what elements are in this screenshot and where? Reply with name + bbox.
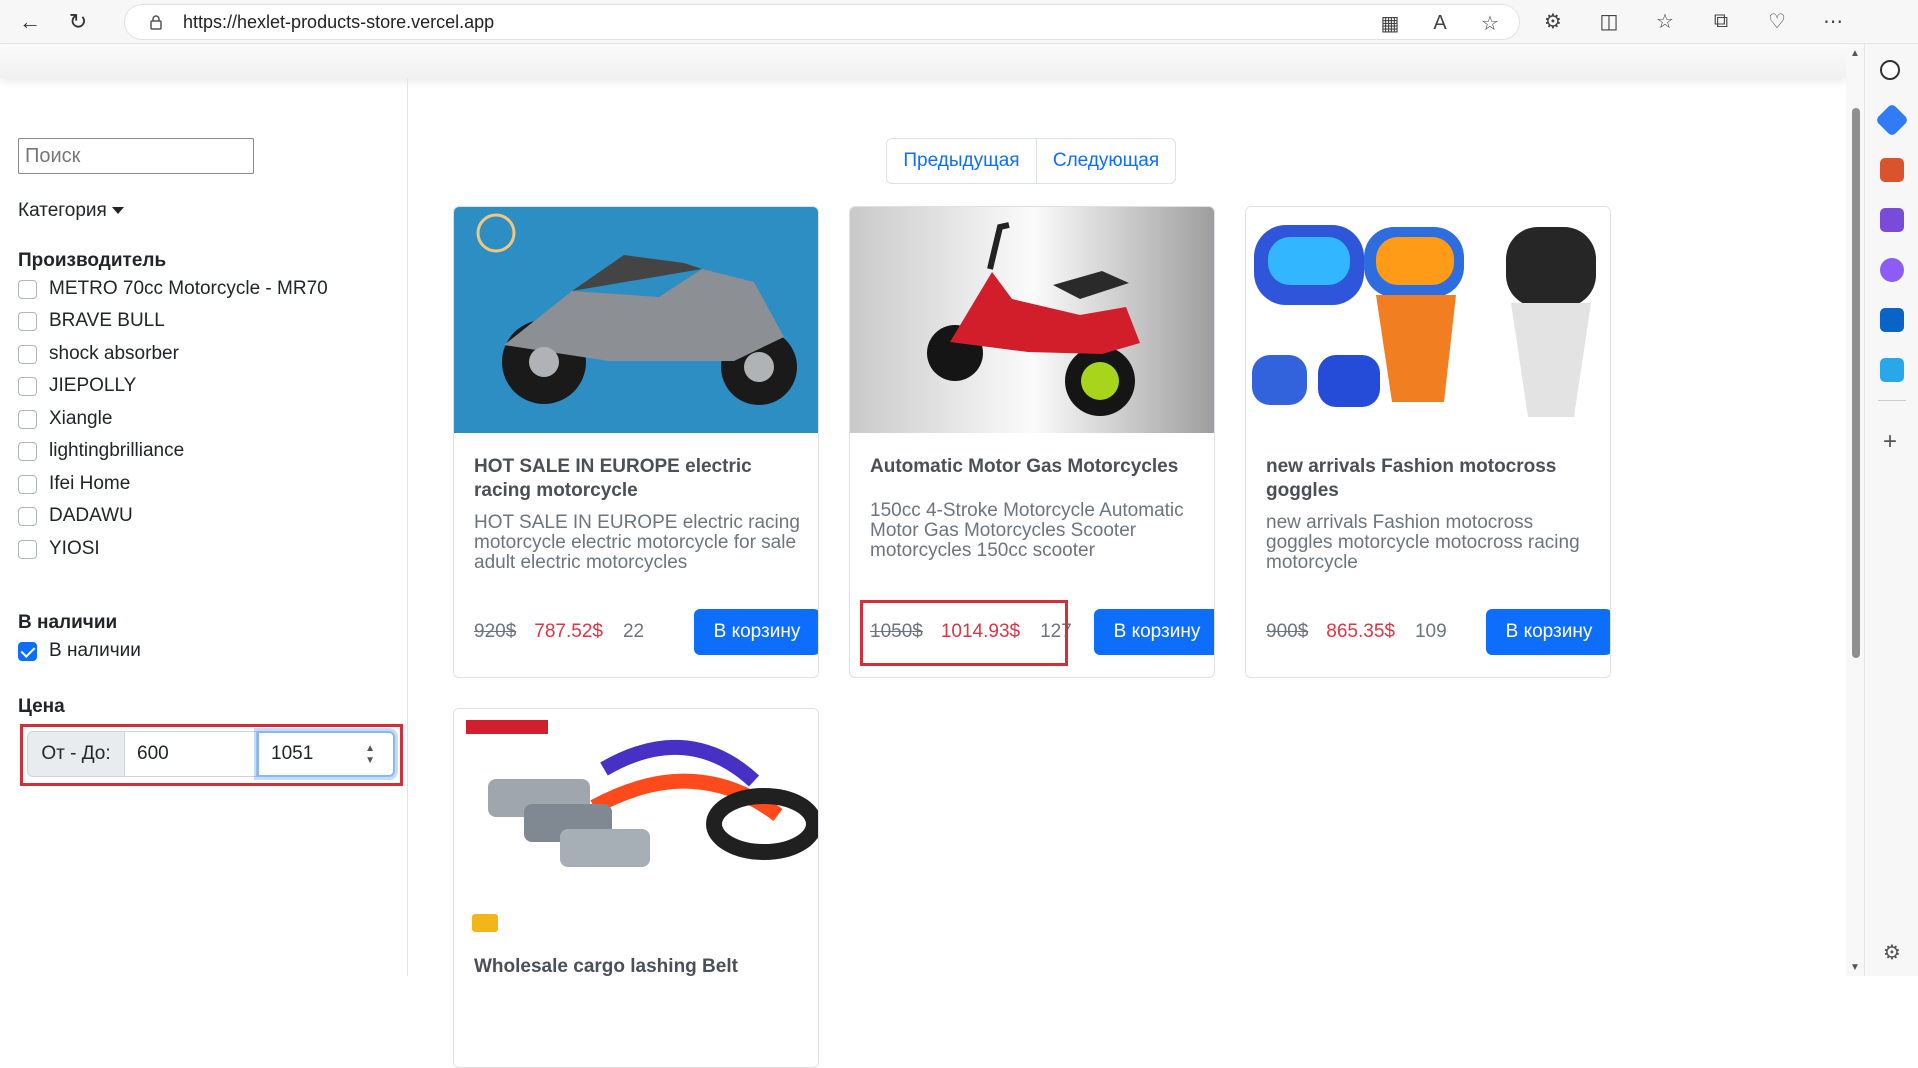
product-image-motocross-goggles (1246, 207, 1610, 433)
manufacturer-checkbox[interactable]: Ifei Home (18, 471, 130, 497)
add-to-cart-button[interactable]: В корзину (1094, 609, 1214, 655)
old-price: 900$ (1266, 621, 1309, 642)
search-icon[interactable] (1880, 60, 1900, 80)
price-from-input[interactable]: 600 (124, 731, 257, 777)
scrollbar[interactable]: ▲ ▼ (1846, 44, 1864, 976)
favorites-icon[interactable]: ☆ (1652, 8, 1678, 34)
checkbox[interactable] (18, 474, 37, 494)
product-title[interactable]: HOT SALE IN EUROPE electric racing motor… (474, 455, 800, 503)
old-price: 920$ (474, 621, 517, 642)
address-bar[interactable]: https://hexlet-products-store.vercel.app… (124, 4, 1520, 40)
back-arrow-icon[interactable]: ← (12, 4, 48, 40)
manufacturer-checkbox[interactable]: Xiangle (18, 406, 112, 432)
send-icon[interactable] (1880, 358, 1904, 382)
scroll-up-icon[interactable]: ▲ (1850, 48, 1860, 59)
outlook-icon[interactable] (1880, 308, 1904, 332)
page-content: Поиск Категория Производитель METRO 70cc… (0, 44, 1864, 1068)
product-title[interactable]: new arrivals Fashion motocross goggles (1266, 455, 1592, 503)
availability-checkbox[interactable]: В наличии (18, 638, 141, 664)
product-card: new arrivals Fashion motocross goggles n… (1245, 206, 1611, 678)
rail-divider (1878, 400, 1906, 401)
more-icon[interactable]: ⋯ (1820, 8, 1846, 34)
product-description: 150cc 4-Stroke Motorcycle Automatic Moto… (870, 500, 1184, 561)
pagination: Предыдущая Следующая (886, 138, 1176, 184)
extensions-icon[interactable]: ⚙ (1540, 8, 1566, 34)
collections-icon[interactable]: ⧉ (1708, 8, 1734, 34)
manufacturer-checkbox[interactable]: DADAWU (18, 503, 133, 529)
price-range-highlight: От - До: 600 1051 ▲ ▼ (20, 724, 403, 786)
product-title[interactable]: Wholesale cargo lashing Belt (474, 955, 800, 979)
checkbox[interactable] (18, 279, 37, 299)
product-title[interactable]: Automatic Motor Gas Motorcycles (870, 455, 1196, 479)
browser-toolbar: ← ↻ https://hexlet-products-store.vercel… (0, 0, 1918, 44)
checkbox[interactable] (18, 506, 37, 526)
manufacturer-checkbox[interactable]: shock absorber (18, 341, 179, 367)
product-actions: 900$ 865.35$ 109 В корзину (1266, 609, 1610, 655)
toolbox-icon[interactable] (1880, 158, 1904, 182)
product-card: Wholesale cargo lashing Belt (453, 708, 819, 1068)
manufacturer-title: Производитель (18, 250, 167, 271)
category-dropdown[interactable]: Категория (18, 200, 124, 222)
product-image-cargo-lashing-belt (454, 709, 818, 935)
app-icon[interactable]: ▦ (1377, 10, 1403, 36)
performance-icon[interactable]: ♡ (1764, 8, 1790, 34)
previous-page-button[interactable]: Предыдущая (887, 139, 1037, 183)
price-range-label: От - До: (27, 731, 125, 777)
filter-sidebar: Поиск Категория Производитель METRO 70cc… (0, 78, 408, 976)
search-input[interactable]: Поиск (18, 138, 254, 174)
checkbox[interactable] (18, 409, 37, 429)
manufacturer-checkbox[interactable]: METRO 70cc Motorcycle - MR70 (18, 276, 328, 302)
product-description: new arrivals Fashion motocross goggles m… (1266, 512, 1580, 573)
stock-count: 22 (622, 621, 645, 642)
product-actions: 920$ 787.52$ 22 В корзину (474, 609, 818, 655)
split-screen-icon[interactable]: ◫ (1596, 8, 1622, 34)
product-image-electric-motorcycle (454, 207, 818, 433)
sale-price: 787.52$ (534, 621, 603, 642)
url-text[interactable]: https://hexlet-products-store.vercel.app (183, 12, 494, 33)
manufacturer-checkbox[interactable]: YIOSI (18, 536, 100, 562)
refresh-icon[interactable]: ↻ (60, 4, 96, 40)
product-card: HOT SALE IN EUROPE electric racing motor… (453, 206, 819, 678)
checkbox[interactable] (18, 376, 37, 396)
spinner-icon[interactable]: ▲ ▼ (365, 743, 375, 767)
games-icon[interactable] (1880, 208, 1904, 232)
stock-count: 109 (1414, 621, 1447, 642)
checked-checkbox[interactable] (18, 641, 37, 661)
scroll-down-icon[interactable]: ▼ (1850, 962, 1860, 973)
sale-price: 865.35$ (1326, 621, 1395, 642)
chevron-down-icon (111, 207, 124, 215)
favorite-star-icon[interactable]: ☆ (1477, 10, 1503, 36)
read-aloud-icon[interactable]: A (1427, 10, 1453, 36)
navbar-shadow (0, 44, 1846, 78)
product-image-red-scooter (850, 207, 1214, 433)
manufacturer-checkbox[interactable]: lightingbrilliance (18, 438, 184, 464)
scroll-thumb[interactable] (1852, 108, 1860, 658)
tag-icon[interactable] (1875, 103, 1909, 137)
settings-gear-icon[interactable]: ⚙ (1883, 940, 1901, 965)
add-icon[interactable]: + (1883, 428, 1897, 456)
address-icons: ▦ A ☆ (1377, 10, 1503, 36)
browser-tools: ⚙ ◫ ☆ ⧉ ♡ ⋯ (1540, 8, 1846, 34)
manufacturer-checkbox[interactable]: JIEPOLLY (18, 373, 136, 399)
product-description: HOT SALE IN EUROPE electric racing motor… (474, 512, 800, 573)
manufacturer-checkbox[interactable]: BRAVE BULL (18, 308, 165, 334)
price-highlight (860, 600, 1068, 666)
next-page-button[interactable]: Следующая (1037, 139, 1175, 183)
availability-title: В наличии (18, 612, 118, 633)
checkbox[interactable] (18, 311, 37, 331)
add-to-cart-button[interactable]: В корзину (1486, 609, 1610, 655)
lock-icon (150, 15, 162, 30)
price-to-input[interactable]: 1051 ▲ ▼ (257, 731, 395, 777)
copilot-icon[interactable] (1880, 258, 1904, 282)
checkbox[interactable] (18, 344, 37, 364)
checkbox[interactable] (18, 441, 37, 461)
browser-sidebar: + ⚙ (1864, 44, 1918, 976)
add-to-cart-button[interactable]: В корзину (694, 609, 818, 655)
checkbox[interactable] (18, 539, 37, 559)
price-title: Цена (18, 696, 65, 717)
